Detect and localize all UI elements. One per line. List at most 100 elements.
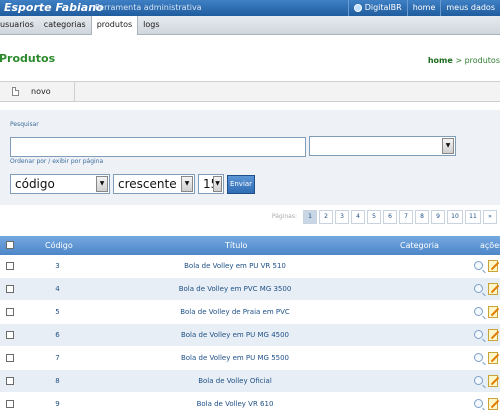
- globe-icon: [353, 4, 362, 12]
- edit-icon[interactable]: [488, 306, 498, 318]
- row-code[interactable]: 3: [40, 255, 75, 278]
- row-checkbox[interactable]: [6, 262, 14, 270]
- top-link-label: DigitalBR: [364, 3, 402, 12]
- per-page-select[interactable]: 15 ▼: [198, 174, 224, 194]
- breadcrumb-home[interactable]: home: [428, 56, 453, 65]
- row-checkbox[interactable]: [6, 400, 14, 408]
- view-icon[interactable]: [474, 330, 483, 339]
- tab-logs[interactable]: logs: [138, 16, 164, 34]
- page-link[interactable]: 9: [431, 209, 445, 224]
- column-header-title[interactable]: Título: [225, 236, 247, 255]
- view-icon[interactable]: [474, 353, 483, 362]
- new-button[interactable]: novo: [0, 82, 75, 101]
- edit-icon[interactable]: [488, 329, 498, 341]
- column-header-code[interactable]: Código: [45, 236, 73, 255]
- view-icon[interactable]: [474, 261, 483, 270]
- row-title[interactable]: Bola de Volley em PU MG 5500: [100, 347, 370, 370]
- order-by-select[interactable]: código ▼: [10, 174, 110, 194]
- view-icon[interactable]: [474, 399, 483, 408]
- table-row: 4 Bola de Volley em PVC MG 3500: [0, 278, 500, 301]
- row-code[interactable]: 8: [40, 370, 75, 393]
- page-link[interactable]: 3: [335, 209, 349, 224]
- table-row: 8 Bola de Volley Oficial: [0, 370, 500, 393]
- tab-usuarios[interactable]: usuarios: [0, 16, 39, 34]
- search-field-select[interactable]: ▼: [309, 136, 456, 156]
- page-link[interactable]: 5: [367, 209, 381, 224]
- order-label: Ordenar por / exibir por página: [10, 158, 104, 165]
- pagination-label: Páginas:: [271, 213, 297, 220]
- edit-icon[interactable]: [488, 260, 498, 272]
- page-link[interactable]: 8: [415, 209, 429, 224]
- row-code[interactable]: 4: [40, 278, 75, 301]
- view-icon[interactable]: [474, 307, 483, 316]
- next-page-link[interactable]: »: [483, 209, 497, 224]
- chevron-down-icon[interactable]: ▼: [96, 176, 108, 192]
- table-row: 9 Bola de Volley VR 610: [0, 393, 500, 410]
- row-title[interactable]: Bola de Volley em PVC MG 3500: [100, 278, 370, 301]
- brand-logo[interactable]: Esporte Fabiano: [4, 1, 104, 14]
- tab-categorias[interactable]: categorias: [39, 16, 91, 34]
- column-header-category[interactable]: Categoria: [400, 236, 439, 255]
- row-checkbox[interactable]: [6, 331, 14, 339]
- page-link[interactable]: 11: [465, 209, 481, 224]
- top-link-digitalbr[interactable]: DigitalBR: [347, 0, 407, 16]
- top-link-home[interactable]: home: [406, 0, 441, 16]
- row-checkbox[interactable]: [6, 354, 14, 362]
- row-checkbox[interactable]: [6, 377, 14, 385]
- page-link[interactable]: 7: [399, 209, 413, 224]
- breadcrumb-current: produtos: [464, 56, 500, 65]
- page-title: Produtos: [0, 52, 56, 65]
- send-button[interactable]: Enviar: [227, 175, 255, 194]
- brand-subtitle: Ferramenta administrativa: [95, 3, 202, 12]
- top-link-my-data[interactable]: meus dados: [440, 0, 500, 16]
- view-icon[interactable]: [474, 376, 483, 385]
- edit-icon[interactable]: [488, 398, 498, 410]
- page-link[interactable]: 1: [303, 209, 317, 224]
- search-label: Pesquisar: [10, 121, 39, 128]
- page-link[interactable]: 10: [447, 209, 463, 224]
- row-title[interactable]: Bola de Volley VR 610: [100, 393, 370, 410]
- table-row: 6 Bola de Volley em PU MG 4500: [0, 324, 500, 347]
- chevron-down-icon[interactable]: ▼: [442, 138, 454, 154]
- row-code[interactable]: 7: [40, 347, 75, 370]
- top-links: DigitalBR home meus dados: [347, 0, 500, 16]
- chevron-down-icon[interactable]: ▼: [181, 176, 193, 192]
- row-checkbox[interactable]: [6, 308, 14, 316]
- pagination: Páginas: 1 2 3 4 5 6 7 8 9 10 11 »: [272, 209, 497, 224]
- row-checkbox[interactable]: [6, 285, 14, 293]
- products-table: Código Título Categoria ações 3 Bola de …: [0, 236, 500, 410]
- row-title[interactable]: Bola de Volley em PU MG 4500: [100, 324, 370, 347]
- search-panel: Pesquisar ▼ Ordenar por / exibir por pág…: [0, 110, 500, 205]
- breadcrumb: home > produtos: [428, 56, 500, 65]
- table-header: Código Título Categoria ações: [0, 236, 500, 255]
- toolbar: novo: [0, 81, 500, 102]
- page-link[interactable]: 6: [383, 209, 397, 224]
- row-code[interactable]: 6: [40, 324, 75, 347]
- search-input[interactable]: [10, 137, 306, 157]
- select-all-checkbox[interactable]: [6, 241, 14, 249]
- edit-icon[interactable]: [488, 352, 498, 364]
- row-title[interactable]: Bola de Volley de Praia em PVC: [100, 301, 370, 324]
- column-header-actions: ações: [480, 241, 500, 250]
- row-title[interactable]: Bola de Volley em PU VR 510: [100, 255, 370, 278]
- breadcrumb-separator: >: [455, 56, 463, 65]
- chevron-down-icon[interactable]: ▼: [213, 176, 222, 192]
- edit-icon[interactable]: [488, 283, 498, 295]
- tab-produtos[interactable]: produtos: [90, 16, 139, 35]
- table-row: 5 Bola de Volley de Praia em PVC: [0, 301, 500, 324]
- row-title[interactable]: Bola de Volley Oficial: [100, 370, 370, 393]
- table-row: 7 Bola de Volley em PU MG 5500: [0, 347, 500, 370]
- top-header: Esporte Fabiano Ferramenta administrativ…: [0, 0, 500, 16]
- page-link[interactable]: 4: [351, 209, 365, 224]
- table-row: 3 Bola de Volley em PU VR 510: [0, 255, 500, 278]
- view-icon[interactable]: [474, 284, 483, 293]
- row-code[interactable]: 5: [40, 301, 75, 324]
- edit-icon[interactable]: [488, 375, 498, 387]
- new-document-icon: [12, 87, 19, 96]
- order-by-value: código: [15, 177, 55, 191]
- page-link[interactable]: 2: [319, 209, 333, 224]
- main-nav: usuarios categorias produtos logs: [0, 16, 500, 35]
- row-code[interactable]: 9: [40, 393, 75, 410]
- new-button-label: novo: [31, 87, 51, 96]
- direction-select[interactable]: crescente ▼: [113, 174, 195, 194]
